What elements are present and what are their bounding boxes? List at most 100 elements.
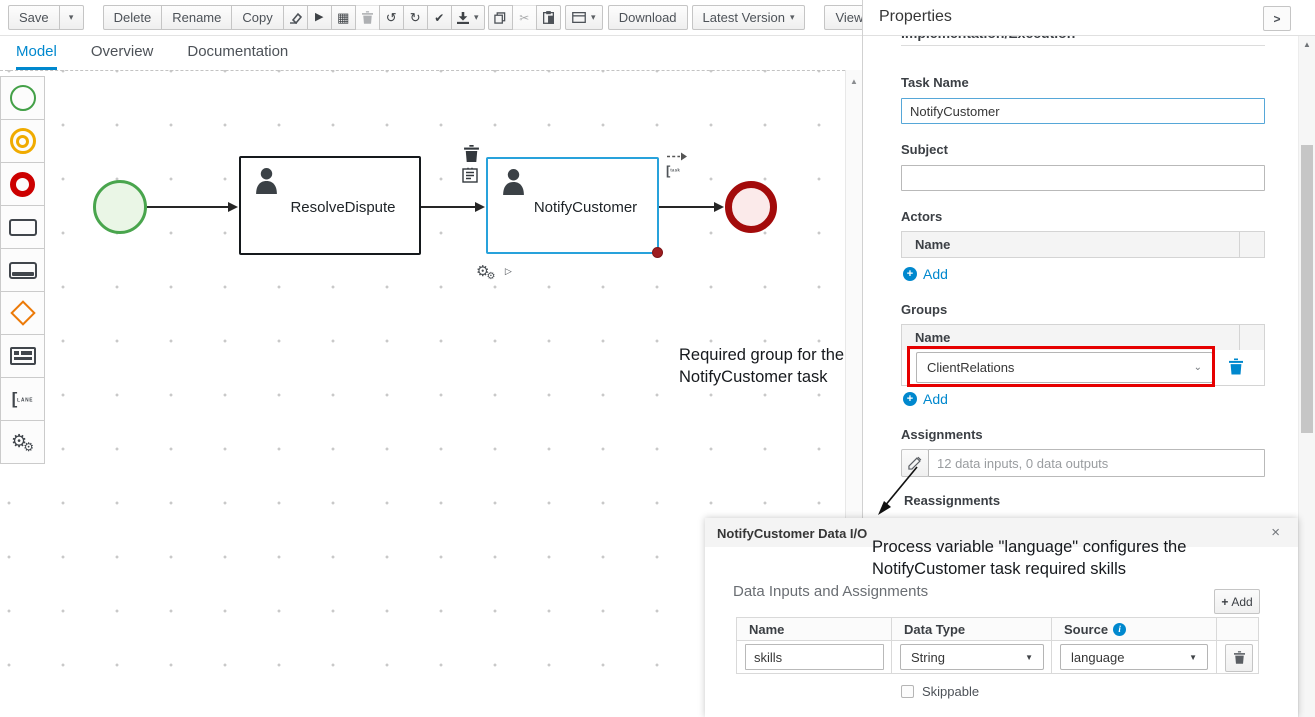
row-name-input[interactable] [745,644,884,670]
assignments-edit-button[interactable] [901,449,929,477]
actors-add-button[interactable]: +Add [903,266,948,282]
sequence-flow-1-arrowhead [228,202,238,212]
reassignments-label: Reassignments [904,493,1000,508]
palette-data-object[interactable] [0,334,45,378]
plus-icon: + [903,267,917,281]
properties-header: Properties > [863,0,1315,36]
end-event-icon [10,172,35,197]
skippable-checkbox[interactable] [901,685,914,698]
assignments-summary[interactable]: 12 data inputs, 0 data outputs [928,449,1265,477]
palette-service-tasks[interactable]: ⚙⚙ [0,420,45,464]
pencil-icon [908,456,922,470]
start-event-node[interactable] [93,180,147,234]
palette-gateway[interactable] [0,291,45,335]
section-implementation-execution[interactable]: Implementation/Execution [901,35,1265,46]
scrollbar-thumb[interactable] [1301,145,1313,433]
palette-start-event[interactable] [0,76,45,120]
task-node-notifycustomer[interactable]: NotifyCustomer [486,157,659,254]
shape-palette: [ᴸᴬᴺᴱ ⚙⚙ [0,77,45,464]
groups-table-header: Name [901,324,1265,351]
palette-end-event[interactable] [0,162,45,206]
col-source: Sourcei [1052,618,1216,640]
palette-intermediate-event[interactable] [0,119,45,163]
save-caret-icon[interactable]: ▾ [59,5,84,30]
groups-delete-icon[interactable] [1229,358,1243,380]
form-generation-icon[interactable]: ▾ [565,5,603,30]
gateway-icon [10,300,35,325]
start-event-icon [10,85,36,111]
data-table-header: Name Data Type Sourcei [736,617,1259,641]
paste-icon[interactable] [536,5,561,30]
subject-label: Subject [901,142,948,157]
properties-scrollbar[interactable]: ▲ [1298,36,1315,717]
connection-handle[interactable] [652,247,663,258]
plus-icon: + [1221,595,1228,609]
copy-button[interactable]: Copy [231,5,283,30]
dataio-annotation: Process variable "language" configures t… [872,536,1264,580]
delete-button[interactable]: Delete [103,5,163,30]
subprocess-icon [9,262,37,279]
cut-icon[interactable]: ✂ [512,5,537,30]
rename-button[interactable]: Rename [161,5,232,30]
eraser-icon[interactable] [283,5,308,30]
run-process-icon[interactable]: ▶ [307,5,332,30]
actors-table-header: Name [901,231,1265,258]
end-event-node[interactable] [725,181,777,233]
editor-tabbar: Model Overview Documentation [0,35,862,70]
caret-down-icon: ▼ [1025,653,1033,662]
download-model-icon[interactable]: ▾ [451,5,485,30]
validate-icon[interactable]: ✔ [427,5,452,30]
palette-lane[interactable]: [ᴸᴬᴺᴱ [0,377,45,421]
sequence-flow-2[interactable] [421,206,475,208]
chevron-right-icon: > [1273,12,1280,26]
grid-view-icon[interactable]: ▦ [331,5,356,30]
subject-input[interactable] [901,165,1265,191]
intermediate-event-icon [10,128,36,154]
save-button[interactable]: Save [8,5,60,30]
node-expand-caret-icon: ▷ [505,266,512,276]
popup-close-icon[interactable]: × [1271,524,1280,541]
task-node-resolvedispute[interactable]: ResolveDispute [239,156,421,255]
row-datatype-select[interactable]: String▼ [900,644,1044,670]
user-task-icon [254,167,279,194]
scroll-up-icon: ▲ [1303,40,1311,49]
task-label: NotifyCustomer [534,199,637,216]
node-gears-icon[interactable]: ⚙⚙ ▷ [476,263,512,282]
duplicate-icon[interactable] [488,5,513,30]
undo-icon[interactable]: ↺ [379,5,404,30]
toolbar: Save ▾ Delete Rename Copy ▶ ▦ ↺ ↻ ✔ ▾ [0,0,862,36]
data-inputs-heading: Data Inputs and Assignments [733,583,928,600]
properties-title: Properties [879,8,952,26]
sequence-flow-3[interactable] [659,206,714,208]
groups-label: Groups [901,302,947,317]
popup-add-button[interactable]: +Add [1214,589,1260,614]
redo-icon[interactable]: ↻ [403,5,428,30]
node-form-icon[interactable] [462,167,478,188]
tab-model[interactable]: Model [16,35,57,70]
node-delete-icon[interactable] [464,145,479,167]
col-data-type: Data Type [892,618,1052,640]
groups-add-button[interactable]: +Add [903,391,948,407]
download-button[interactable]: Download [608,5,688,30]
actors-label: Actors [901,209,942,224]
palette-subprocess[interactable] [0,248,45,292]
info-icon[interactable]: i [1113,623,1126,636]
task-label: ResolveDispute [290,199,395,216]
row-delete-button[interactable] [1225,644,1253,672]
task-name-input[interactable] [901,98,1265,124]
caret-down-icon: ▼ [1189,653,1197,662]
tab-documentation[interactable]: Documentation [187,35,288,70]
latest-version-select[interactable]: Latest Version▾ [692,5,806,30]
node-lane-icon[interactable]: [ᵗᵃˢᵏ [666,163,680,178]
trash-icon[interactable] [355,5,380,30]
tab-overview[interactable]: Overview [91,35,154,70]
groups-select[interactable]: ClientRelations⌄ [916,352,1213,383]
data-object-icon [10,347,36,365]
task-icon [9,219,37,236]
panel-collapse-button[interactable]: > [1263,6,1291,31]
user-task-icon [501,168,526,195]
trash-icon [1234,651,1245,664]
palette-task[interactable] [0,205,45,249]
row-source-select[interactable]: language▼ [1060,644,1208,670]
sequence-flow-1[interactable] [147,206,229,208]
